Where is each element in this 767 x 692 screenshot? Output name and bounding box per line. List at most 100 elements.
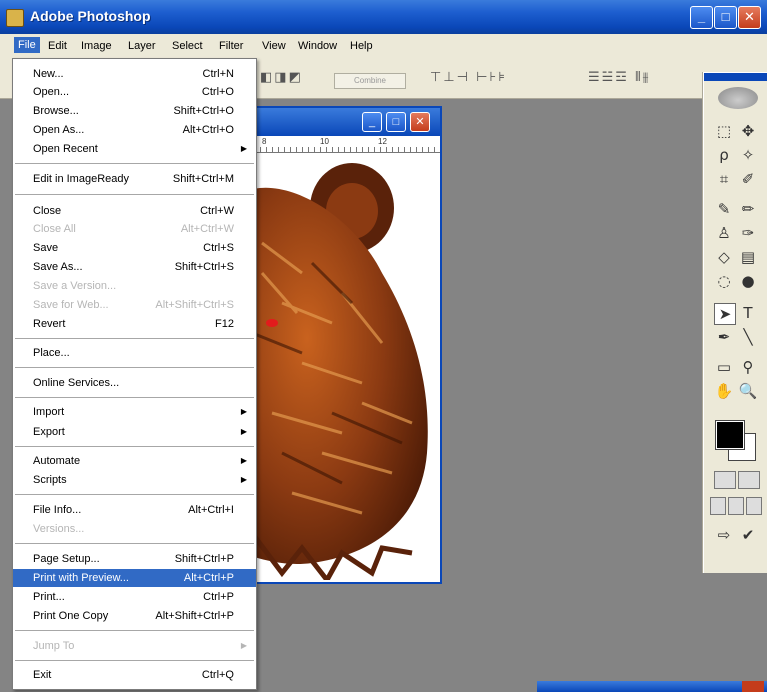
submenu-arrow-icon: ▶ <box>240 641 247 650</box>
pen-tool-icon[interactable]: ✒ <box>714 327 734 347</box>
menu-separator <box>15 194 254 195</box>
distribute-icons[interactable]: ☰☱☲ ⫴⫵ <box>588 70 651 85</box>
magic-wand-tool-icon[interactable]: ✧ <box>738 145 758 165</box>
menu-separator <box>15 163 254 164</box>
menu-item-export[interactable]: Export ▶ <box>13 423 256 441</box>
line-tool-icon[interactable]: ╲ <box>738 327 758 347</box>
brush-tool-icon[interactable]: ✏ <box>738 199 758 219</box>
eyedropper-tool-icon[interactable]: ⚲ <box>738 357 758 377</box>
path-selection-tool-icon[interactable]: ➤ <box>714 303 736 325</box>
menu-item-import[interactable]: Import ▶ <box>13 403 256 421</box>
slice-tool-icon[interactable]: ✐ <box>738 169 758 189</box>
blur-tool-icon[interactable]: ◌ <box>714 271 734 291</box>
clone-stamp-tool-icon[interactable]: ♙ <box>714 223 734 243</box>
feather-logo <box>718 87 758 109</box>
ruler-label: 8 <box>262 137 267 146</box>
background-window-titlebar[interactable] <box>537 681 767 692</box>
menu-item-open[interactable]: Open... Ctrl+O <box>13 83 256 101</box>
notes-tool-icon[interactable]: ▭ <box>714 357 734 377</box>
menu-separator <box>15 397 254 398</box>
menu-item-print[interactable]: Print... Ctrl+P <box>13 588 256 606</box>
menu-item-save[interactable]: Save Ctrl+S <box>13 239 256 257</box>
horizontal-ruler: 8 10 12 <box>242 136 440 153</box>
history-brush-tool-icon[interactable]: ✑ <box>738 223 758 243</box>
menu-item-file-info[interactable]: File Info... Alt+Ctrl+I <box>13 501 256 519</box>
menu-bar: File Edit Image Layer Select Filter View… <box>0 34 767 59</box>
screen-mode-standard-button[interactable] <box>710 497 726 515</box>
menu-filter[interactable]: Filter <box>219 40 243 52</box>
menu-item-open-as[interactable]: Open As... Alt+Ctrl+O <box>13 121 256 139</box>
menu-view[interactable]: View <box>262 40 286 52</box>
dodge-tool-icon[interactable]: ● <box>738 271 758 291</box>
crop-tool-icon[interactable]: ⌗ <box>714 169 734 189</box>
menu-item-place[interactable]: Place... <box>13 344 256 362</box>
screen-mode-full-menu-button[interactable] <box>728 497 744 515</box>
submenu-arrow-icon: ▶ <box>240 407 247 416</box>
menu-edit[interactable]: Edit <box>48 40 67 52</box>
menu-item-print-one-copy[interactable]: Print One Copy Alt+Shift+Ctrl+P <box>13 607 256 625</box>
menu-item-save-for-web[interactable]: Save for Web... Alt+Shift+Ctrl+S <box>13 296 256 314</box>
menu-item-page-setup[interactable]: Page Setup... Shift+Ctrl+P <box>13 550 256 568</box>
move-tool-icon[interactable]: ✥ <box>738 121 758 141</box>
path-mode-icons[interactable]: ◧◨◩ <box>260 70 303 85</box>
lasso-tool-icon[interactable]: ρ <box>714 145 734 165</box>
image-canvas[interactable] <box>242 153 440 580</box>
doc-minimize-button[interactable]: _ <box>362 112 382 132</box>
ruler-label: 10 <box>320 137 329 146</box>
document-title-bar[interactable]: _ □ ✕ <box>242 108 440 136</box>
close-button[interactable]: ✕ <box>738 6 761 29</box>
foreground-color-swatch[interactable] <box>715 420 745 450</box>
menu-item-versions[interactable]: Versions... <box>13 520 256 538</box>
menu-window[interactable]: Window <box>298 40 337 52</box>
window-title: Adobe Photoshop <box>30 8 151 24</box>
title-bar: Adobe Photoshop _ □ ✕ <box>0 0 767 34</box>
menu-separator <box>15 660 254 661</box>
hand-tool-icon[interactable]: ✋ <box>714 381 734 401</box>
menu-layer[interactable]: Layer <box>128 40 156 52</box>
type-tool-icon[interactable]: T <box>738 303 758 323</box>
checkmark-icon[interactable]: ✔ <box>738 525 758 545</box>
menu-item-new[interactable]: New... Ctrl+N <box>13 65 256 83</box>
menu-item-open-recent[interactable]: Open Recent ▶ <box>13 140 256 158</box>
combine-button[interactable]: Combine <box>334 73 406 89</box>
quick-mask-mode-button[interactable] <box>738 471 760 489</box>
menu-item-scripts[interactable]: Scripts ▶ <box>13 471 256 489</box>
standard-mode-button[interactable] <box>714 471 736 489</box>
menu-help[interactable]: Help <box>350 40 373 52</box>
menu-item-save-as[interactable]: Save As... Shift+Ctrl+S <box>13 258 256 276</box>
toolbox-header[interactable] <box>704 73 767 81</box>
menu-item-close[interactable]: Close Ctrl+W <box>13 202 256 220</box>
menu-separator <box>15 630 254 631</box>
gradient-tool-icon[interactable]: ▤ <box>738 247 758 267</box>
menu-separator <box>15 367 254 368</box>
document-window[interactable]: _ □ ✕ 8 10 12 <box>240 106 442 584</box>
healing-brush-tool-icon[interactable]: ✎ <box>714 199 734 219</box>
screen-mode-full-button[interactable] <box>746 497 762 515</box>
menu-item-browse[interactable]: Browse... Shift+Ctrl+O <box>13 102 256 120</box>
doc-close-button[interactable]: ✕ <box>410 112 430 132</box>
jump-to-imageready-icon[interactable]: ⇨ <box>714 525 734 545</box>
menu-item-automate[interactable]: Automate ▶ <box>13 452 256 470</box>
eraser-tool-icon[interactable]: ◇ <box>714 247 734 267</box>
menu-item-jump-to[interactable]: Jump To ▶ <box>13 637 256 655</box>
menu-item-revert[interactable]: Revert F12 <box>13 315 256 333</box>
menu-select[interactable]: Select <box>172 40 203 52</box>
doc-maximize-button[interactable]: □ <box>386 112 406 132</box>
maximize-button[interactable]: □ <box>714 6 737 29</box>
marquee-tool-icon[interactable]: ⬚ <box>714 121 734 141</box>
menu-item-close-all[interactable]: Close All Alt+Ctrl+W <box>13 220 256 238</box>
background-window-close-button[interactable] <box>742 681 764 692</box>
menu-file[interactable]: File <box>14 37 40 53</box>
menu-item-save-a-version[interactable]: Save a Version... <box>13 277 256 295</box>
menu-image[interactable]: Image <box>81 40 112 52</box>
menu-item-exit[interactable]: Exit Ctrl+Q <box>13 666 256 684</box>
minimize-button[interactable]: _ <box>690 6 713 29</box>
zoom-tool-icon[interactable]: 🔍 <box>738 381 758 401</box>
toolbox: ⬚ ✥ ρ ✧ ⌗ ✐ ✎ ✏ ♙ ✑ ◇ ▤ ◌ ● ➤ T ✒ ╲ ▭ ⚲ … <box>703 72 767 573</box>
menu-item-edit-in-imageready[interactable]: Edit in ImageReady Shift+Ctrl+M <box>13 170 256 188</box>
menu-item-print-with-preview[interactable]: Print with Preview... Alt+Ctrl+P <box>13 569 256 587</box>
menu-item-online-services[interactable]: Online Services... <box>13 374 256 392</box>
align-icons[interactable]: ⊤⊥⊣ ⊢⊦⊧ <box>430 70 507 85</box>
menu-separator <box>15 494 254 495</box>
menu-separator <box>15 446 254 447</box>
